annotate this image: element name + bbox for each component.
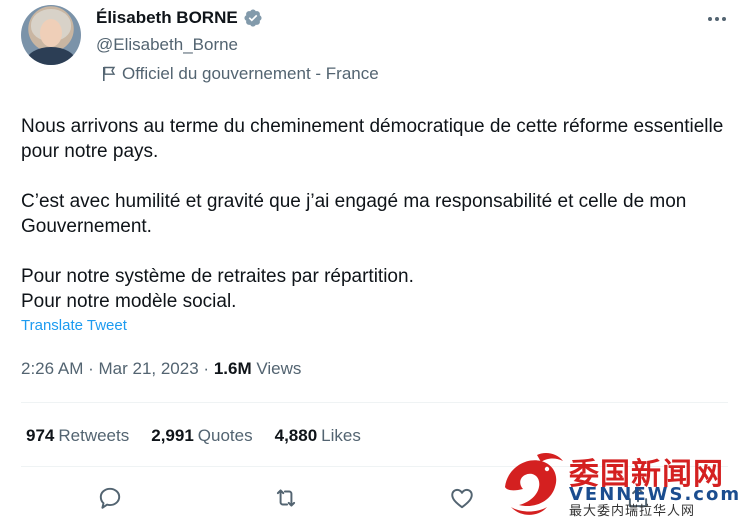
- quotes-stat[interactable]: 2,991 Quotes: [151, 426, 252, 446]
- affiliation-label: Officiel du gouvernement - France: [102, 64, 379, 84]
- quotes-label: Quotes: [197, 426, 253, 445]
- avatar[interactable]: [21, 5, 81, 65]
- tweet-time[interactable]: 2:26 AM: [21, 359, 83, 378]
- views-count: 1.6M: [213, 359, 252, 378]
- tweet-paragraph: C’est avec humilité et gravité que j’ai …: [21, 191, 687, 237]
- avatar-face: [40, 19, 62, 47]
- likes-stat[interactable]: 4,880 Likes: [275, 426, 361, 446]
- retweets-count: 974: [26, 426, 55, 445]
- retweets-label: Retweets: [58, 426, 130, 445]
- retweet-icon[interactable]: [273, 485, 299, 511]
- retweets-stat[interactable]: 974 Retweets: [26, 426, 129, 446]
- dragon-logo: [505, 453, 563, 515]
- more-options-icon[interactable]: [705, 9, 729, 29]
- divider: [21, 402, 728, 403]
- likes-label: Likes: [321, 426, 361, 445]
- avatar-shoulders: [26, 47, 76, 65]
- meta-separator: ·: [88, 359, 99, 378]
- likes-count: 4,880: [274, 426, 318, 445]
- flag-icon: [103, 66, 116, 81]
- engagement-stats: 974 Retweets 2,991 Quotes 4,880 Likes: [26, 426, 361, 446]
- author-handle[interactable]: @Elisabeth_Borne: [96, 35, 238, 55]
- tweet-paragraph: Nous arrivons au terme du cheminement dé…: [21, 116, 724, 162]
- translate-tweet-link[interactable]: Translate Tweet: [21, 317, 127, 334]
- watermark-caption: 最大委内瑞拉华人网: [569, 504, 696, 519]
- meta-separator: ·: [203, 359, 214, 378]
- tweet-text: Nous arrivons au terme du cheminement dé…: [21, 114, 726, 314]
- tweet-meta: 2:26 AM · Mar 21, 2023 · 1.6M Views: [21, 359, 301, 379]
- tweet-date[interactable]: Mar 21, 2023: [99, 359, 199, 378]
- watermark: 委国新闻网 VENNEWS.com 最大委内瑞拉华人网: [497, 447, 738, 519]
- affiliation-text: Officiel du gouvernement - France: [122, 64, 379, 83]
- like-heart-icon[interactable]: [449, 485, 475, 511]
- author-name[interactable]: Élisabeth BORNE: [96, 8, 238, 28]
- views-label: Views: [256, 359, 302, 378]
- quotes-count: 2,991: [151, 426, 194, 445]
- tweet-paragraph: Pour notre système de retraites par répa…: [21, 266, 414, 312]
- author-name-row[interactable]: Élisabeth BORNE: [96, 8, 263, 28]
- reply-icon[interactable]: [97, 485, 123, 511]
- verified-badge-icon: [244, 9, 262, 27]
